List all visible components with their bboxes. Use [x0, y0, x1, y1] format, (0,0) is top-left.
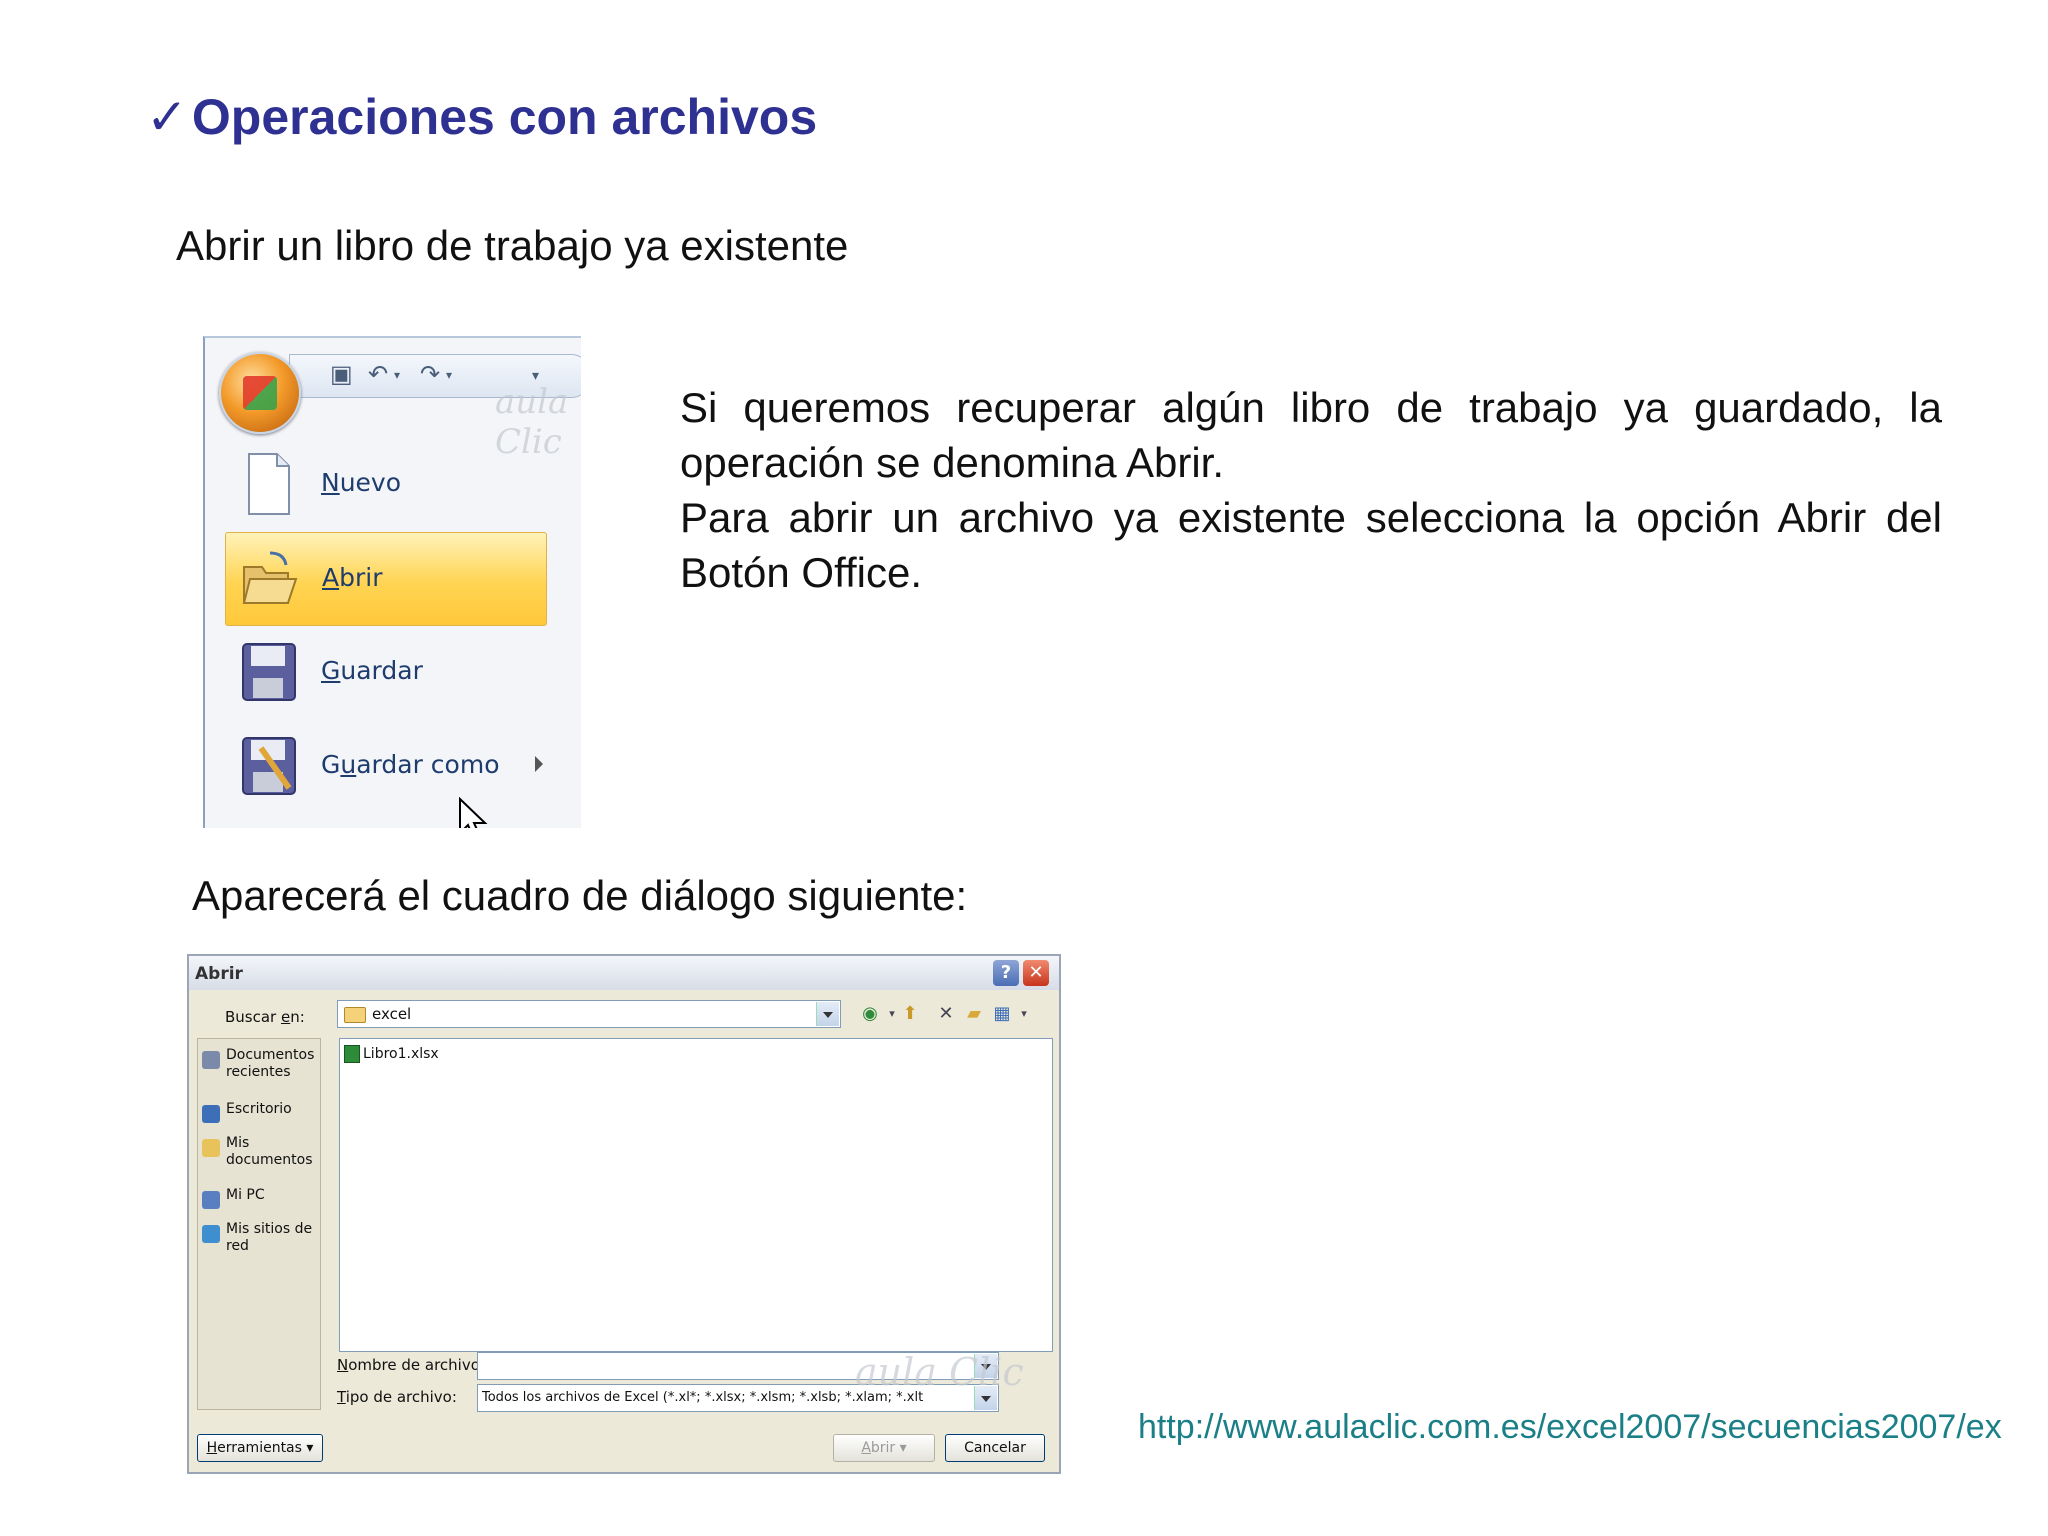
- menu-item-nuevo[interactable]: Nuevo: [225, 438, 545, 530]
- menu-item-abrir[interactable]: Abrir: [225, 532, 547, 828]
- look-in-label: Buscar en:: [225, 1008, 305, 1026]
- subtitle-open-workbook: Abrir un libro de trabajo ya existente: [176, 222, 849, 269]
- look-in-value: excel: [372, 1005, 412, 1023]
- menu-item-guardar[interactable]: Guardar: [225, 626, 545, 718]
- views-dropdown-icon[interactable]: ▾: [1013, 1004, 1035, 1024]
- subtitle-dialog: Aparecerá el cuadro de diálogo siguiente…: [192, 872, 968, 919]
- paragraph-1: Si queremos recuperar algún libro de tra…: [680, 384, 1942, 486]
- tools-button[interactable]: Herramientas ▾: [197, 1434, 323, 1462]
- explanation-text: Si queremos recuperar algún libro de tra…: [680, 380, 1942, 600]
- file-list[interactable]: Libro1.xlsx: [339, 1038, 1053, 1352]
- slide-title-text: Operaciones con archivos: [191, 89, 818, 145]
- redo-dropdown-icon[interactable]: ▾: [446, 363, 452, 387]
- folder-icon: [344, 1007, 366, 1023]
- file-name: Libro1.xlsx: [363, 1046, 439, 1062]
- place-label: Mis documentos: [226, 1135, 313, 1168]
- recent-documents-icon: [202, 1051, 220, 1069]
- views-icon[interactable]: ▦: [991, 1004, 1013, 1024]
- save-as-icon: [242, 737, 296, 795]
- redo-icon[interactable]: ↷: [420, 363, 440, 387]
- open-folder-icon: [242, 551, 298, 604]
- chevron-down-icon[interactable]: [816, 1002, 839, 1026]
- up-folder-icon[interactable]: ⬆: [899, 1004, 921, 1024]
- undo-icon[interactable]: ↶: [368, 363, 388, 387]
- dialog-toolbar: ◉ ▾ ⬆ ✕ ▰ ▦ ▾: [859, 1000, 1049, 1028]
- menu-item-label: Abrir: [322, 563, 383, 592]
- dialog-title-bar: Abrir ? ✕: [189, 956, 1059, 990]
- menu-item-label: Guardar como: [321, 750, 500, 779]
- desktop-icon: [202, 1105, 220, 1123]
- place-label: Escritorio: [226, 1101, 292, 1117]
- save-icon[interactable]: ▣: [330, 363, 353, 387]
- list-item[interactable]: Libro1.xlsx: [344, 1045, 439, 1063]
- paragraph-2: Para abrir un archivo ya existente selec…: [680, 494, 1942, 596]
- open-dialog-screenshot: Abrir ? ✕ Buscar en: excel ◉ ▾ ⬆ ✕ ▰ ▦ ▾…: [187, 954, 1061, 1474]
- menu-item-label: Nuevo: [321, 468, 402, 497]
- undo-dropdown-icon[interactable]: ▾: [394, 363, 400, 387]
- source-url-link[interactable]: http://www.aulaclic.com.es/excel2007/sec…: [1138, 1408, 2008, 1447]
- look-in-combo[interactable]: excel: [337, 1000, 841, 1028]
- new-document-icon: [248, 453, 290, 515]
- place-label: Mi PC: [226, 1187, 265, 1203]
- place-label: Documentos recientes: [226, 1047, 315, 1080]
- excel-file-icon: [344, 1045, 360, 1063]
- cancel-button[interactable]: Cancelar: [945, 1434, 1045, 1462]
- aulaclic-watermark: aula Clic: [855, 1350, 1024, 1394]
- places-bar: Documentos recientes Escritorio Mis docu…: [197, 1038, 321, 1410]
- menu-item-guardar-como[interactable]: Guardar como: [225, 720, 545, 812]
- delete-icon[interactable]: ✕: [935, 1004, 957, 1024]
- new-folder-icon[interactable]: ▰: [963, 1004, 985, 1024]
- place-label: Mis sitios de red: [226, 1221, 313, 1254]
- open-button[interactable]: Abrir ▾: [833, 1434, 935, 1462]
- help-button[interactable]: ?: [993, 960, 1019, 986]
- file-type-label: Tipo de archivo:: [337, 1388, 457, 1406]
- network-places-icon: [202, 1225, 220, 1243]
- back-icon[interactable]: ◉: [859, 1004, 881, 1024]
- submenu-arrow-icon: [535, 756, 543, 772]
- file-name-label: Nombre de archivo:: [337, 1356, 485, 1374]
- dialog-title: Abrir: [195, 964, 243, 984]
- close-button[interactable]: ✕: [1023, 960, 1049, 986]
- office-button[interactable]: [219, 352, 301, 434]
- my-documents-icon: [202, 1139, 220, 1157]
- menu-item-label: Guardar: [321, 656, 423, 685]
- my-computer-icon: [202, 1191, 220, 1209]
- slide-title: ✓Operaciones con archivos: [146, 88, 817, 146]
- office-logo-icon: [243, 376, 277, 410]
- office-menu-screenshot: ▣ ↶ ▾ ↷ ▾ ▾ aula Clic Nuevo Abrir Guarda…: [203, 336, 581, 828]
- floppy-disk-icon: [242, 643, 296, 701]
- check-mark-icon: ✓: [146, 89, 188, 145]
